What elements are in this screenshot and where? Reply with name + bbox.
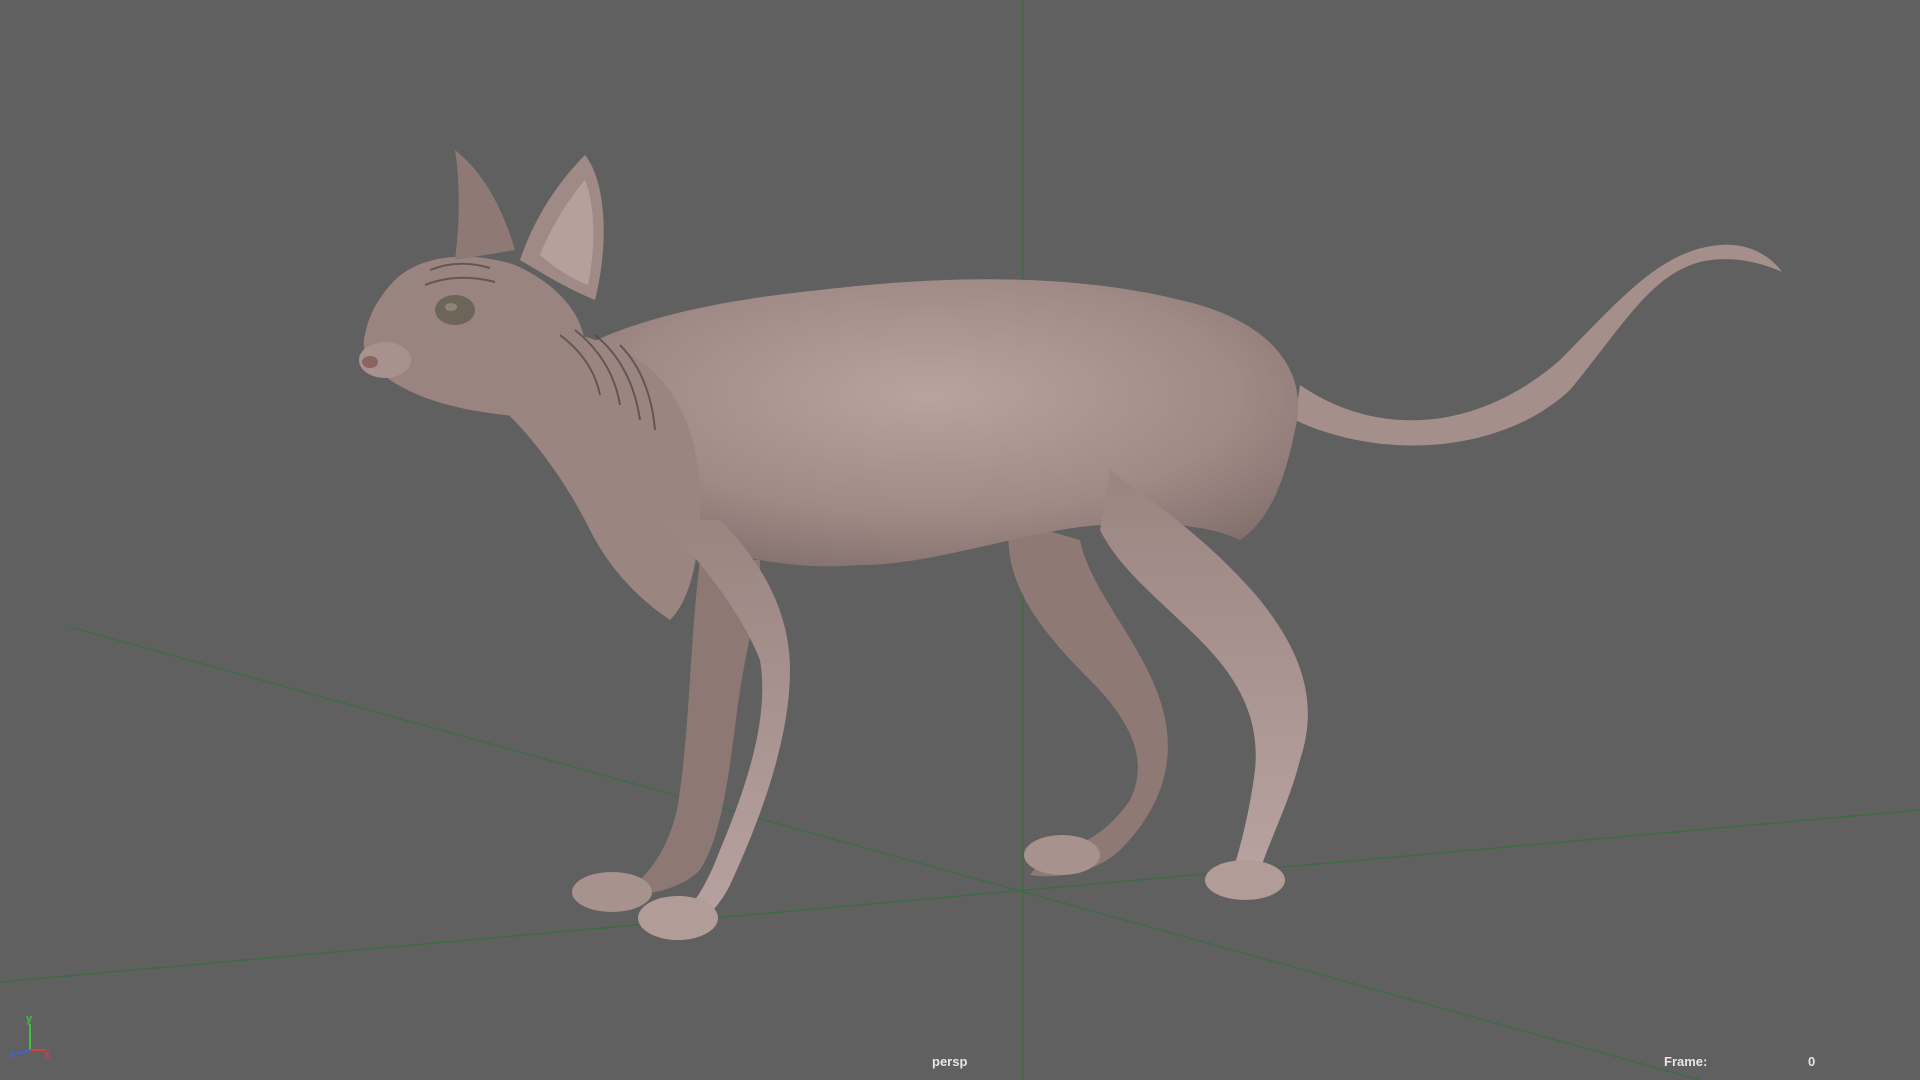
- frame-value: 0: [1808, 1054, 1816, 1069]
- cat-tail: [1295, 244, 1782, 446]
- axis-z-line: [17, 1049, 31, 1055]
- grid-axis-z: [0, 809, 1920, 983]
- axis-y-label: y: [26, 1013, 33, 1025]
- axis-z-label: z: [10, 1049, 16, 1061]
- axis-x-label: x: [44, 1049, 51, 1061]
- cat-eye: [435, 295, 475, 325]
- cat-paw-front-far: [572, 872, 652, 912]
- axis-orientation-gizmo: y x z: [10, 1013, 51, 1061]
- cat-paw-hind-near: [1205, 860, 1285, 900]
- sphynx-cat-model[interactable]: [359, 150, 1782, 940]
- cat-ear-far: [455, 150, 515, 260]
- frame-label: Frame:: [1664, 1054, 1708, 1069]
- cat-head: [363, 256, 586, 416]
- scene-canvas[interactable]: [0, 0, 1920, 1080]
- perspective-viewport[interactable]: y x z persp Frame: 0: [0, 0, 1920, 1080]
- cat-eye-highlight: [445, 303, 457, 311]
- grid-axis-x: [69, 626, 1701, 1080]
- cat-paw-hind-far: [1024, 835, 1100, 875]
- cat-paw-front-near: [638, 896, 718, 940]
- cat-nose: [362, 356, 378, 368]
- camera-name-label: persp: [932, 1054, 968, 1069]
